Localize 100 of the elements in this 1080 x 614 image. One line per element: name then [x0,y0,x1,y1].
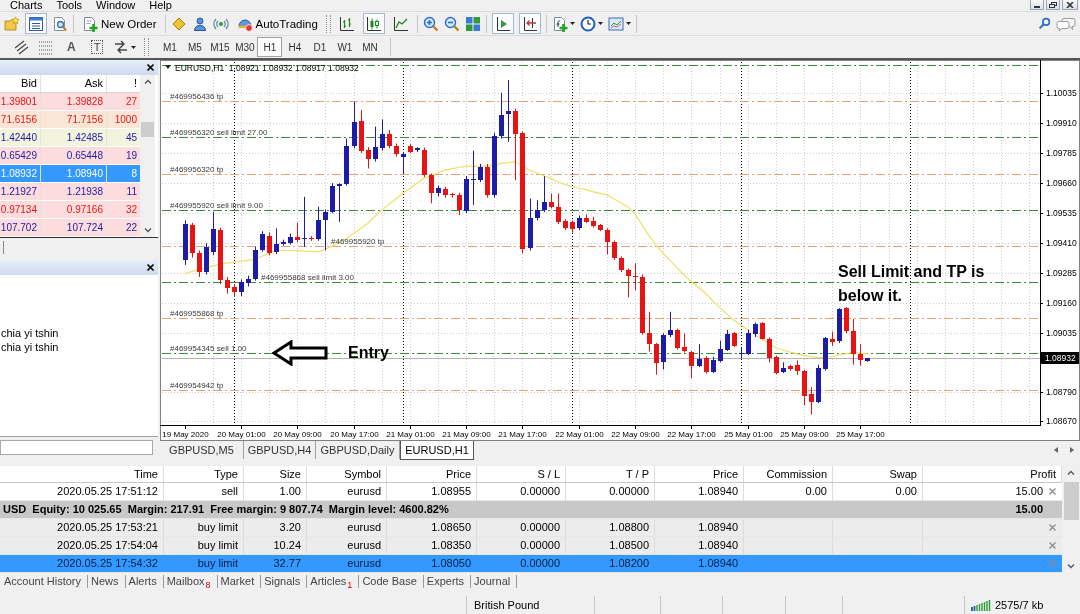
text-tool-button[interactable]: A [62,36,81,58]
timeframe-button[interactable]: M15 [207,37,233,57]
user-icon[interactable] [191,15,208,32]
text-label-tool-button[interactable]: T [90,40,104,54]
dotted-lines-icon[interactable] [38,39,54,55]
scrollbar-thumb[interactable] [141,122,154,137]
close-icon[interactable] [147,264,154,271]
parallel-lines-icon[interactable] [14,39,30,55]
timeframe-button[interactable]: D1 [307,37,333,57]
quote-row[interactable]: 1.42440 1.42485 45 [0,129,140,147]
timeframe-button[interactable]: W1 [332,37,358,57]
scroll-down-icon[interactable] [143,228,152,233]
ask-price: 0.65448 [41,147,107,164]
terminal-tab[interactable]: Alerts [125,575,164,588]
chart-tab[interactable]: EURUSD,H1 [400,441,474,460]
scrollbar-thumb[interactable] [1063,482,1079,520]
column-header[interactable]: Price [655,466,744,482]
current-price: 1.08940 [655,519,744,536]
order-line[interactable] [161,65,1041,66]
pending-order-row[interactable]: 2020.05.25 17:53:21 buy limit 3.20 eurusd 1.08650 0.00000 1.08800 1.08940 [0,519,1062,537]
timeframe-button[interactable]: M5 [182,37,208,57]
timeframe-button[interactable]: M1 [157,37,183,57]
terminal-tab[interactable]: Experts [423,575,472,588]
chart-title: EURUSD,H1 1.08921 1.08932 1.08917 1.08932 [175,63,359,73]
column-header[interactable]: Swap [833,466,923,482]
quote-row[interactable]: 1.39801 1.39828 27 [0,93,140,111]
column-header[interactable]: T / P [566,466,655,482]
chat-icon[interactable] [1056,16,1076,31]
column-header[interactable]: Size [244,466,307,482]
order-line[interactable] [161,210,1041,211]
terminal-tab[interactable]: Market [217,575,262,588]
quote-row[interactable]: 1.21927 1.21938 11 [0,183,140,201]
caret-icon[interactable] [625,22,631,25]
column-header[interactable]: Commission [744,466,833,482]
chart-type-button[interactable] [362,13,385,34]
timeframe-button[interactable]: MN [357,37,383,57]
order-line[interactable] [161,353,1041,354]
diamond-icon[interactable] [170,15,187,32]
dropdown-triangle-icon[interactable] [165,65,171,69]
bid-price: 1.39801 [0,93,41,110]
timeframe-button[interactable]: H1 [257,37,283,57]
new-order-button[interactable]: New Order [79,13,160,34]
terminal-tab[interactable]: News [88,575,126,588]
scroll-right-icon[interactable] [1070,447,1074,453]
time-axis-label: 20 May 17:00 [330,430,379,439]
terminal-tab[interactable]: Code Base [359,575,424,588]
close-icon[interactable] [147,64,154,71]
column-header[interactable]: Symbol [307,466,387,482]
order-line[interactable] [161,137,1041,138]
quote-row[interactable]: 71.6156 71.7156 1000 [0,111,140,129]
scroll-left-icon[interactable] [1054,447,1058,453]
quote-row[interactable]: 107.702 107.724 22 [0,219,140,237]
menu-item[interactable]: Help [142,0,179,11]
document-search-icon[interactable] [52,15,68,32]
market-watch-button[interactable] [25,13,47,34]
candle [267,231,272,256]
candle [788,364,793,372]
spread-value: 8 [130,167,138,181]
column-header[interactable]: S / L [477,466,566,482]
navigator-item[interactable]: chia yi tshin [0,326,59,340]
autotrading-button[interactable]: AutoTrading [233,13,321,34]
pending-order-row[interactable]: 2020.05.25 17:54:04 buy limit 10.24 eurusd 1.08350 0.00000 1.08500 1.08940 [0,537,1062,555]
column-header[interactable]: Type [164,466,244,482]
minimize-button[interactable] [1030,0,1044,10]
auto-scroll-button[interactable] [491,13,514,34]
menu-item[interactable]: Charts [3,0,50,11]
zoom-out-icon[interactable] [443,15,460,32]
quote-row[interactable]: 0.65429 0.65448 19 [0,147,140,165]
tile-windows-icon[interactable] [464,15,481,32]
order-line[interactable] [161,246,1041,247]
trade-row[interactable]: 2020.05.25 17:51:12 sell 1.00 eurusd 1.08955 0.00000 0.00000 1.08940 0.00 0.00 15.00 [0,483,1062,501]
scroll-down-icon[interactable] [1067,564,1075,569]
caret-icon[interactable] [569,22,575,25]
column-header[interactable]: ! [107,75,140,92]
terminal-tab[interactable]: Journal [471,575,518,588]
navigator-item[interactable]: chia yi tshin [0,340,59,354]
quote-row[interactable]: 0.97134 0.97166 32 [0,201,140,219]
folder-star-icon[interactable] [4,15,20,32]
restore-button[interactable] [1046,0,1060,10]
column-header[interactable]: Price [387,466,477,482]
chart-shift-button[interactable] [518,13,541,34]
scroll-up-icon[interactable] [143,79,152,84]
arrows-icon[interactable] [113,39,130,55]
column-header[interactable]: Time [0,466,164,482]
column-header[interactable]: Ask [41,75,107,92]
timeframe-button[interactable]: H4 [282,37,308,57]
timeframe-button[interactable]: M30 [232,37,258,57]
caret-icon[interactable] [131,45,137,49]
caret-icon[interactable] [597,22,603,25]
pending-order-row[interactable]: 2020.05.25 17:54:32 buy limit 32.77 eurusd 1.08050 0.00000 1.08200 1.08940 [0,555,1062,573]
menu-item[interactable]: Window [89,0,143,11]
column-header[interactable]: Bid [0,75,41,92]
zoom-in-icon[interactable] [422,15,439,32]
search-icon[interactable] [1038,17,1051,30]
terminal-tab[interactable]: Account History [1,575,89,588]
clock-icon[interactable] [579,15,596,32]
close-button[interactable] [1062,0,1078,10]
menu-item[interactable]: Tools [49,0,90,11]
scroll-up-icon[interactable] [1067,470,1075,475]
terminal-tab[interactable]: Signals [261,575,308,588]
